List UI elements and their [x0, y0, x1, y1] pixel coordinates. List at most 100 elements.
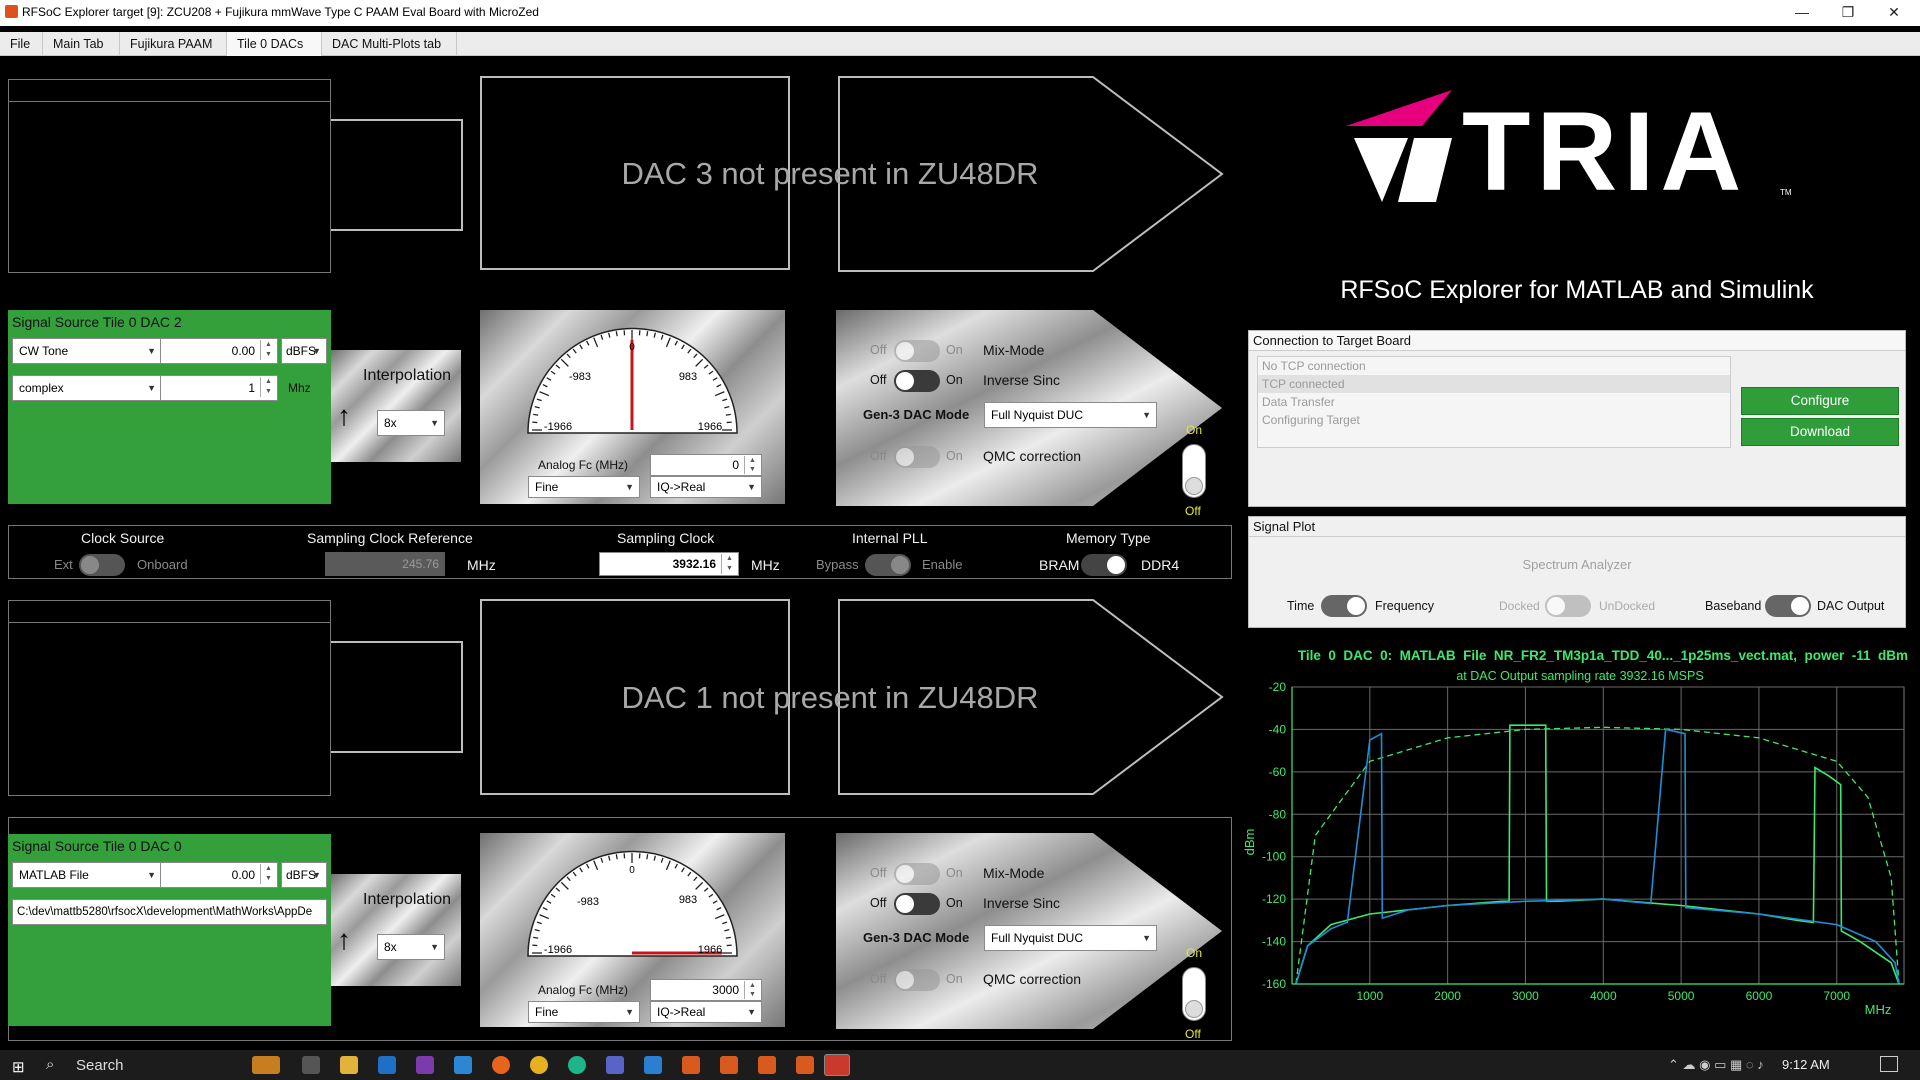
chart-x-tick-label: 6000: [1746, 989, 1773, 1003]
chart-y-tick-label: -100: [1262, 850, 1286, 864]
taskview-icon[interactable]: [302, 1056, 320, 1074]
onenote-icon[interactable]: [416, 1056, 434, 1074]
minimize-button[interactable]: —: [1782, 2, 1822, 24]
teams-icon[interactable]: [606, 1056, 624, 1074]
spectrum-analyzer-label: Spectrum Analyzer: [1522, 557, 1632, 572]
dac2-gen3-dropdown[interactable]: Full Nyquist DUC: [984, 402, 1157, 428]
clock-source-toggle[interactable]: [79, 554, 125, 576]
status-tcp-connected: TCP connected: [1258, 375, 1730, 393]
tab-file[interactable]: File: [0, 32, 43, 56]
tria-tm: TM: [1780, 188, 1792, 197]
edge-icon[interactable]: [568, 1056, 586, 1074]
dial-tick: [615, 331, 618, 337]
dial-tick: [725, 413, 731, 416]
dac2-nco-dropdown[interactable]: Fine: [528, 476, 640, 498]
maximize-button[interactable]: ❐: [1828, 2, 1868, 24]
time-frequency-toggle[interactable]: [1321, 595, 1367, 617]
dac0-sinc-toggle[interactable]: [894, 893, 940, 915]
dac2-enable-on-label: On: [1186, 423, 1203, 437]
dac0-source-title: Signal Source Tile 0 DAC 0: [12, 838, 182, 854]
chart-y-tick-label: -60: [1269, 765, 1287, 779]
chrome-icon[interactable]: [530, 1056, 548, 1074]
close-button[interactable]: ✕: [1874, 2, 1914, 24]
pll-toggle[interactable]: [865, 554, 911, 576]
dac2-waveform-dropdown[interactable]: CW Tone: [12, 338, 162, 364]
taskbar-search[interactable]: Search: [76, 1057, 124, 1074]
chart-y-tick-label: -140: [1262, 935, 1286, 949]
status-configuring: Configuring Target: [1262, 413, 1360, 427]
dac0-enable-switch[interactable]: [1182, 967, 1206, 1021]
dac0-interp-block: Interpolation ↑ 8x: [331, 874, 461, 986]
taskbar-weather-icon[interactable]: [252, 1056, 280, 1074]
dac2-power-input[interactable]: 0.00 ▲ ▼: [160, 338, 278, 364]
dac2-iq-dropdown[interactable]: IQ->Real: [650, 476, 762, 498]
dac2-analog-fc-input[interactable]: 0 ▲ ▼: [650, 454, 762, 476]
memory-toggle[interactable]: [1081, 554, 1127, 576]
configure-button[interactable]: Configure: [1741, 387, 1899, 415]
dac2-mode-dropdown[interactable]: complex: [12, 375, 162, 401]
dac0-analog-fc-input[interactable]: 3000 ▲ ▼: [650, 979, 762, 1001]
chart-y-tick-label: -120: [1262, 892, 1286, 906]
powerpoint-icon[interactable]: [824, 1054, 850, 1076]
search-icon[interactable]: ⌕: [46, 1056, 54, 1073]
dac0-mix-toggle[interactable]: [894, 863, 940, 885]
sharepoint-icon[interactable]: [454, 1056, 472, 1074]
dac0-dial-left: -983: [577, 896, 599, 908]
firefox-icon[interactable]: [492, 1056, 510, 1074]
sampling-clock-input[interactable]: 3932.16 ▲ ▼: [599, 552, 739, 576]
dac0-waveform-dropdown[interactable]: MATLAB File: [12, 862, 162, 888]
notification-icon[interactable]: [1880, 1056, 1898, 1072]
taskbar: ⊞ ⌕ Search ⌃ ☁ ◉ ▭ ▦ ◌ ♪ 9:12 AM: [0, 1050, 1920, 1080]
dial-tick: [725, 936, 731, 939]
dac2-qmc-toggle[interactable]: [894, 446, 940, 468]
chart-y-tick-label: -160: [1262, 977, 1286, 991]
dac2-interp-dropdown[interactable]: 8x: [377, 410, 445, 436]
matlab-icon-2[interactable]: [720, 1056, 738, 1074]
dac0-power-input[interactable]: 0.00 ▲ ▼: [160, 862, 278, 888]
chart-y-tick-label: -40: [1269, 722, 1287, 736]
baseband-dac-toggle[interactable]: [1765, 595, 1811, 617]
dac0-power-unit: dBFS: [281, 862, 327, 888]
pll-enable-label: Enable: [922, 557, 963, 572]
tab-tile0-dacs[interactable]: Tile 0 DACs: [227, 32, 322, 56]
dac2-mix-toggle[interactable]: [894, 340, 940, 362]
dac0-interp-label: Interpolation: [363, 891, 452, 908]
dial-tick: [533, 413, 539, 416]
dac0-interp-dropdown[interactable]: 8x: [377, 934, 445, 960]
vscode-icon[interactable]: [644, 1056, 662, 1074]
dac2-sinc-toggle[interactable]: [894, 370, 940, 392]
app-icon: [5, 5, 18, 18]
dac2-nco-block: 0 -983 983 -1966 1966 Analog Fc (MHz) 0 ▲…: [480, 310, 785, 504]
dac2-upsample-arrow-icon: ↑: [337, 400, 351, 431]
plot-undocked-label: UnDocked: [1599, 599, 1656, 613]
dac0-upsample-arrow-icon: ↑: [337, 924, 351, 955]
dac0-file-path-input[interactable]: C:\dev\mattb5280\rfsocX\development\Math…: [12, 899, 327, 925]
dial-tick: [615, 854, 618, 860]
dac0-qmc-toggle[interactable]: [894, 969, 940, 991]
chart-title: Tile 0 DAC 0: MATLAB File NR_FR2_TM3p1a_…: [1297, 648, 1908, 663]
dac2-enable-switch[interactable]: [1182, 444, 1206, 498]
download-button[interactable]: Download: [1741, 418, 1899, 446]
dac2-dial-min: -1966: [544, 421, 572, 433]
dac0-iq-dropdown[interactable]: IQ->Real: [650, 1001, 762, 1023]
tray-icons[interactable]: ⌃ ☁ ◉ ▭ ▦ ◌ ♪: [1668, 1057, 1764, 1073]
tab-fujikura-paam[interactable]: Fujikura PAAM: [120, 32, 227, 56]
windows-start-icon[interactable]: ⊞: [12, 1058, 25, 1076]
memory-ddr4-label: DDR4: [1141, 557, 1180, 573]
explorer-icon[interactable]: [340, 1056, 358, 1074]
internal-pll-label: Internal PLL: [852, 530, 928, 546]
dac2-freq-input[interactable]: 1 ▲ ▼: [160, 375, 278, 401]
title-bar: RFSoC Explorer target [9]: ZCU208 + Fuji…: [0, 0, 1920, 26]
matlab-icon-4[interactable]: [796, 1056, 814, 1074]
matlab-icon-3[interactable]: [758, 1056, 776, 1074]
dac0-nco-dropdown[interactable]: Fine: [528, 1001, 640, 1023]
matlab-icon-1[interactable]: [682, 1056, 700, 1074]
app-subtitle: RFSoC Explorer for MATLAB and Simulink: [1340, 276, 1814, 304]
signal-plot-panel: Signal Plot Spectrum Analyzer Time Frequ…: [1248, 516, 1906, 628]
outlook-icon[interactable]: [378, 1056, 396, 1074]
tab-main[interactable]: Main Tab: [43, 32, 120, 56]
dock-toggle[interactable]: [1545, 595, 1591, 617]
dac0-gen3-dropdown[interactable]: Full Nyquist DUC: [984, 925, 1157, 951]
chart-x-tick-label: 5000: [1668, 989, 1695, 1003]
tab-dac-multi-plots[interactable]: DAC Multi-Plots tab: [322, 32, 457, 56]
